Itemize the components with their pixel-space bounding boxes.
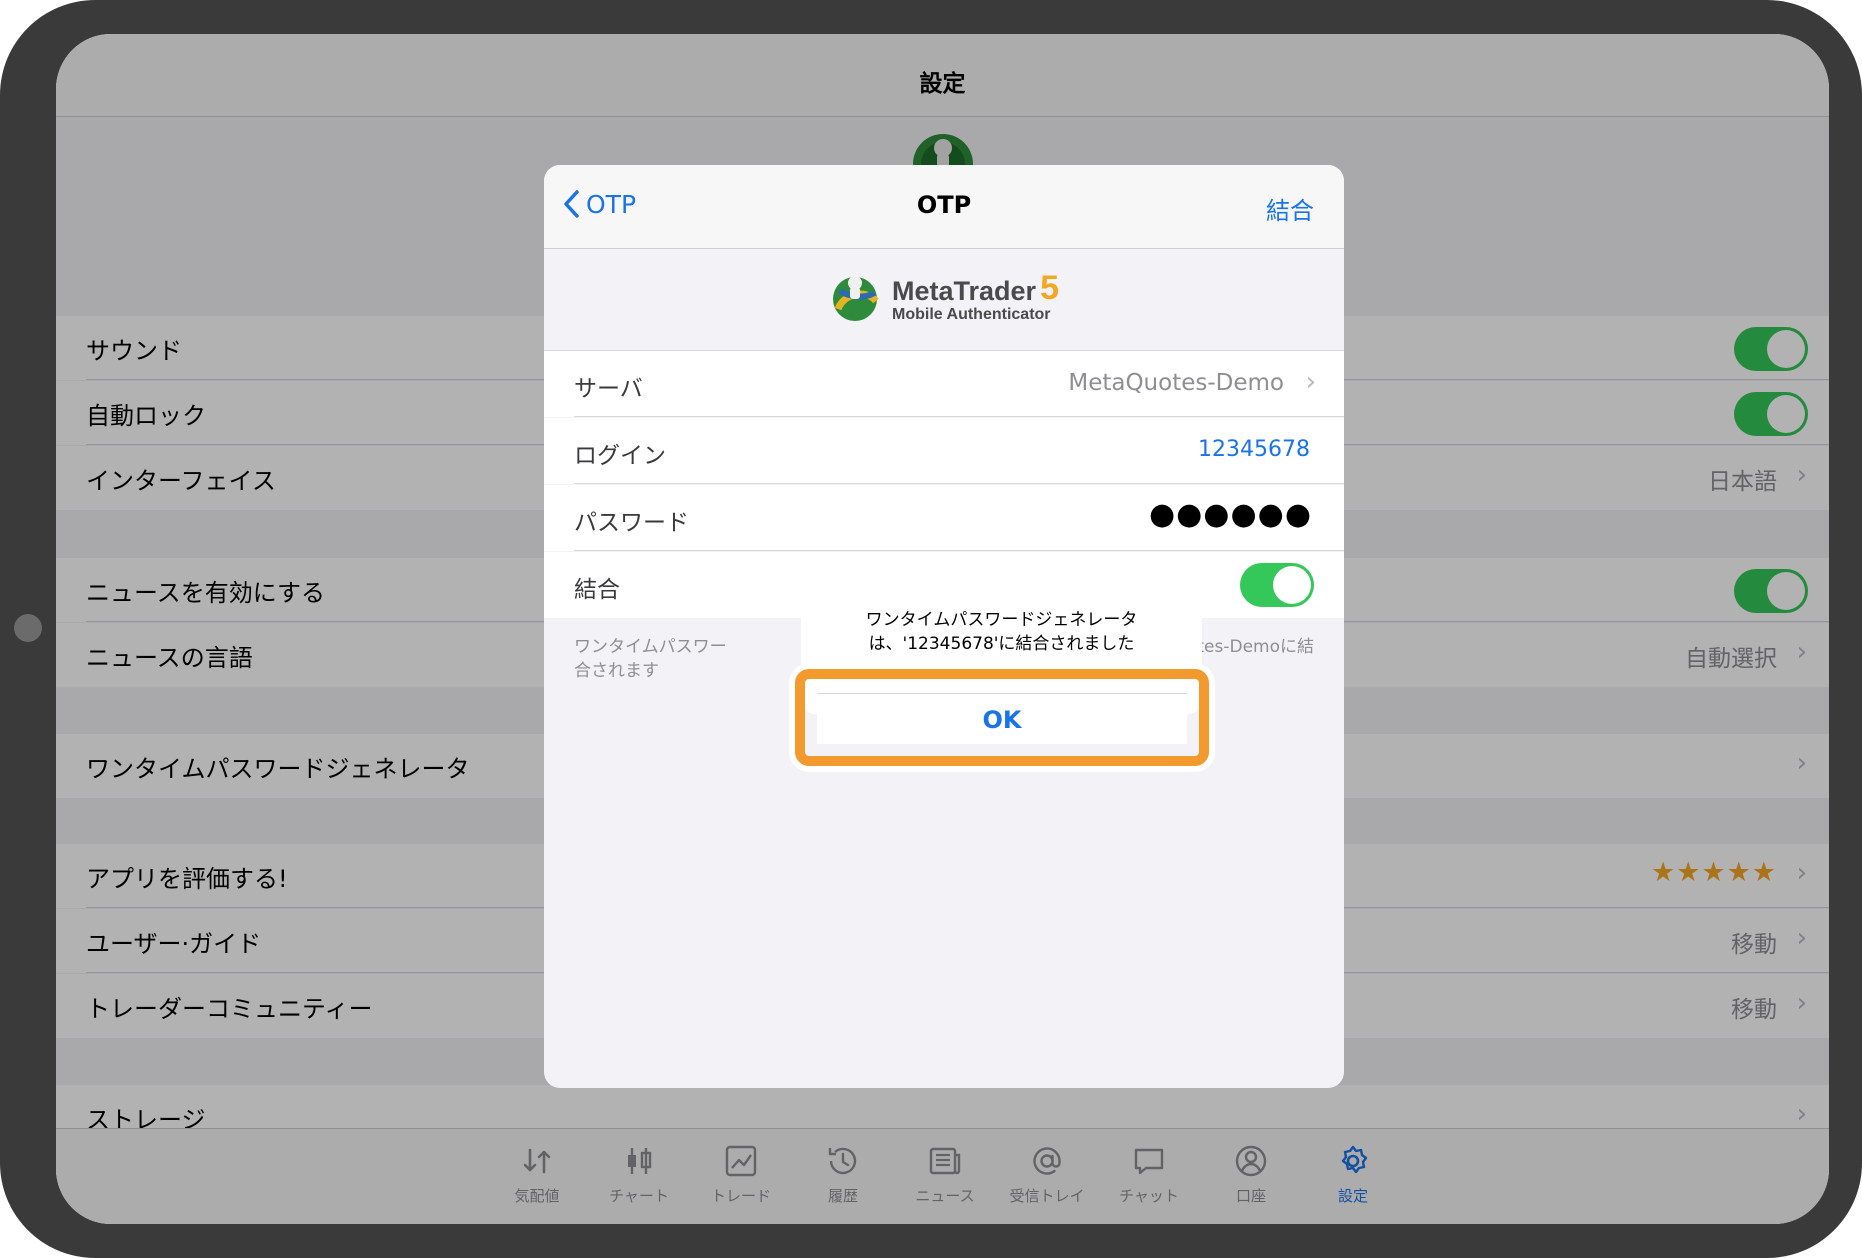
row-label: パスワード [574,510,689,536]
otp-title: OTP [916,191,972,219]
row-divider [574,483,1344,484]
password-row[interactable]: パスワード ●●●●●● [544,485,1344,551]
alert-message-line1: ワンタイムパスワードジェネレータ [865,610,1138,630]
toggle-knob [1273,566,1311,604]
row-divider [574,550,1344,551]
bind-toggle[interactable] [1240,563,1314,607]
banner-title: MetaTrader [892,276,1037,306]
server-row[interactable]: サーバ MetaQuotes-Demo › [544,351,1344,417]
alert-message: ワンタイムパスワードジェネレータ は、'12345678'に結合されました [821,608,1182,656]
server-value: MetaQuotes-Demo [1068,370,1284,396]
camera-dot [14,614,42,642]
chevron-right-icon: › [1305,367,1316,397]
banner-subtitle: Mobile Authenticator [892,306,1051,323]
banner-logo: MetaTrader 5 Mobile Authenticator [828,269,1059,325]
login-row[interactable]: ログイン 12345678 [544,418,1344,484]
bind-button[interactable]: 結合 [1266,191,1314,226]
row-label: ログイン [574,443,666,469]
device-screen: 設定 サウンド 自動ロック インターフェイス 日本語 › ニュースを有効にする … [56,34,1829,1224]
footnote-left-line2: 合されます [574,661,659,681]
row-label: 結合 [574,577,620,603]
password-field[interactable]: ●●●●●● [1149,497,1312,532]
row-divider [574,416,1344,417]
ok-button-highlight [795,669,1209,766]
alert-message-line2: は、'12345678'に結合されました [868,634,1135,654]
banner-version: 5 [1040,269,1059,307]
row-label: サーバ [574,376,643,402]
footnote-left: ワンタイムパスワー [574,637,727,657]
otp-navbar: OTP OTP 結合 [544,165,1344,249]
metatrader-logo-icon [833,276,879,321]
authenticator-banner: MetaTrader 5 Mobile Authenticator [544,249,1344,351]
login-field[interactable]: 12345678 [1198,437,1310,462]
